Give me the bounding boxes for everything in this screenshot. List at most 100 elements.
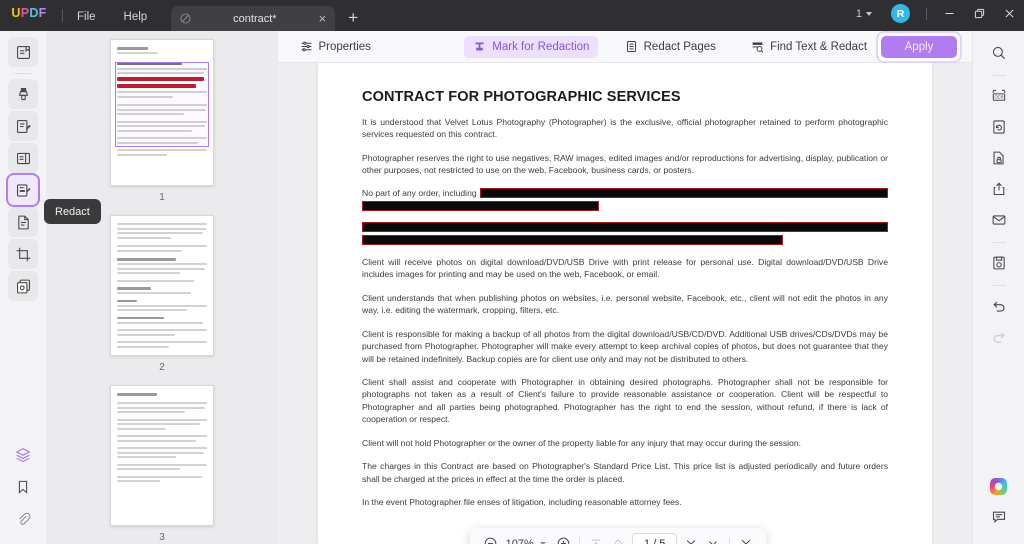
redaction-inline-row[interactable]: No part of any order, including	[362, 187, 888, 198]
minimize-icon[interactable]	[934, 6, 964, 22]
sidebar-item-reader[interactable]	[8, 37, 38, 67]
close-icon[interactable]: ×	[318, 12, 328, 25]
mark-for-redaction-button[interactable]: Mark for Redaction	[464, 35, 599, 58]
document-viewport[interactable]: CONTRACT FOR PHOTOGRAPHIC SERVICES It is…	[278, 63, 972, 544]
close-toolbar-icon[interactable]	[735, 533, 757, 544]
thumbnail-list: 1 2 3	[46, 39, 278, 544]
paragraph: It is understood that Velvet Lotus Photo…	[362, 117, 888, 140]
page-title: CONTRACT FOR PHOTOGRAPHIC SERVICES	[362, 89, 681, 105]
properties-button[interactable]: Properties	[291, 36, 380, 58]
paragraph: Client understands that when publishing …	[362, 292, 888, 316]
logo-letter-f: F	[38, 5, 47, 20]
ocr-icon[interactable]: OCR	[985, 82, 1013, 110]
updf-logo: UPDF	[0, 0, 58, 31]
avatar[interactable]: R	[891, 4, 910, 23]
sidebar-item-crop[interactable]	[8, 239, 38, 269]
zoom-in-icon[interactable]	[552, 533, 574, 544]
window-count-selector[interactable]: 1	[846, 8, 882, 20]
next-page-icon[interactable]	[680, 533, 702, 544]
email-icon[interactable]	[985, 206, 1013, 234]
paragraph: The charges in this Contract are based o…	[362, 461, 888, 484]
find-text-redact-label: Find Text & Redact	[770, 40, 868, 53]
redo-icon[interactable]	[985, 323, 1013, 351]
toolbar-divider	[579, 537, 581, 544]
redaction-mark[interactable]	[362, 200, 599, 211]
thumbnail-number-2: 2	[159, 362, 165, 373]
apply-button-highlight: Apply	[876, 30, 963, 63]
paragraph: Client is responsible for making a backu…	[362, 328, 888, 364]
redaction-mark[interactable]	[362, 221, 888, 232]
right-toolbar-rail: OCR	[972, 31, 1024, 544]
sidebar-item-attachment[interactable]	[8, 504, 38, 534]
updf-window: UPDF File Help contract* × + 1 R Redact …	[0, 0, 1024, 544]
sidebar-item-page-edit[interactable]	[8, 143, 38, 173]
tab-title: contract*	[233, 12, 277, 25]
svg-text:OCR: OCR	[994, 95, 1003, 100]
previous-page-icon[interactable]	[607, 533, 629, 544]
toolbar-divider	[729, 537, 730, 544]
main-area: Redact 1 2 3 Properties Mark for Redacti…	[0, 30, 1024, 544]
document-page: CONTRACT FOR PHOTOGRAPHIC SERVICES It is…	[318, 63, 932, 544]
properties-icon	[300, 40, 313, 53]
comment-icon[interactable]	[985, 503, 1013, 531]
sidebar-item-batch[interactable]	[8, 271, 38, 301]
redaction-mark[interactable]	[362, 234, 783, 245]
properties-label: Properties	[318, 40, 371, 53]
redact-toolbar: Properties Mark for Redaction Redact Pag…	[278, 30, 972, 63]
find-text-redact-icon	[751, 40, 764, 53]
rail-divider	[15, 73, 31, 74]
window-count-value: 1	[855, 7, 862, 20]
ai-assistant-icon[interactable]	[985, 472, 1013, 500]
thumbnail-page-3[interactable]	[110, 385, 214, 526]
zoom-level-value[interactable]: 107%	[501, 538, 538, 544]
page-thumbnail-panel[interactable]: 1 2 3	[46, 31, 278, 544]
close-window-icon[interactable]	[994, 6, 1024, 22]
sidebar-item-redact[interactable]	[6, 173, 40, 207]
paragraph: Client will receive photos on digital do…	[362, 256, 888, 280]
paragraph: Client shall assist and cooperate with P…	[362, 376, 888, 425]
sidebar-item-bookmark[interactable]	[8, 472, 38, 502]
redaction-group-2	[362, 221, 888, 245]
share-icon[interactable]	[985, 175, 1013, 203]
redaction-lead-text: No part of any order, including	[362, 187, 477, 198]
sidebar-item-comment[interactable]	[8, 79, 38, 109]
redact-pages-label: Redact Pages	[643, 40, 716, 53]
redaction-mark[interactable]	[479, 187, 888, 198]
redaction-group-1: No part of any order, including	[362, 187, 888, 211]
apply-button[interactable]: Apply	[881, 35, 958, 58]
left-toolbar-rail	[0, 31, 46, 544]
new-tab-button[interactable]: +	[348, 9, 358, 26]
redact-pages-button[interactable]: Redact Pages	[616, 36, 725, 58]
thumbnail-selection-box	[115, 62, 209, 147]
protect-icon[interactable]	[985, 144, 1013, 172]
logo-letter-p: P	[20, 5, 30, 20]
page-navigation-toolbar: 107% 1 / 5	[470, 528, 766, 544]
paragraph: In the event Photographer file enses of …	[362, 497, 682, 508]
document-tab[interactable]: contract* ×	[171, 6, 336, 31]
menu-help[interactable]: Help	[110, 11, 162, 31]
page-number-input[interactable]: 1 / 5	[632, 533, 678, 544]
window-controls: 1 R	[846, 4, 1024, 31]
rail-divider	[991, 242, 1006, 243]
sidebar-item-form[interactable]	[8, 207, 38, 237]
first-page-icon[interactable]	[585, 533, 607, 544]
maximize-icon[interactable]	[964, 6, 994, 22]
thumbnail-number-3: 3	[159, 532, 165, 543]
thumbnail-page-2[interactable]	[110, 215, 214, 356]
menu-file[interactable]: File	[63, 11, 110, 31]
sidebar-item-edit-pdf[interactable]	[8, 111, 38, 141]
search-icon[interactable]	[985, 39, 1013, 67]
find-text-redact-button[interactable]: Find Text & Redact	[742, 36, 876, 58]
title-bar: UPDF File Help contract* × + 1 R	[0, 0, 1024, 31]
cloud-off-icon	[179, 12, 192, 25]
save-icon[interactable]	[985, 249, 1013, 277]
chevron-down-icon	[866, 11, 872, 16]
convert-icon[interactable]	[985, 113, 1013, 141]
zoom-out-icon[interactable]	[479, 533, 501, 544]
rail-divider	[991, 75, 1006, 76]
mark-redaction-icon	[473, 40, 486, 53]
undo-icon[interactable]	[985, 292, 1013, 320]
sidebar-item-layers[interactable]	[8, 440, 38, 470]
last-page-icon[interactable]	[702, 533, 724, 544]
thumbnail-page-1[interactable]	[110, 39, 214, 186]
